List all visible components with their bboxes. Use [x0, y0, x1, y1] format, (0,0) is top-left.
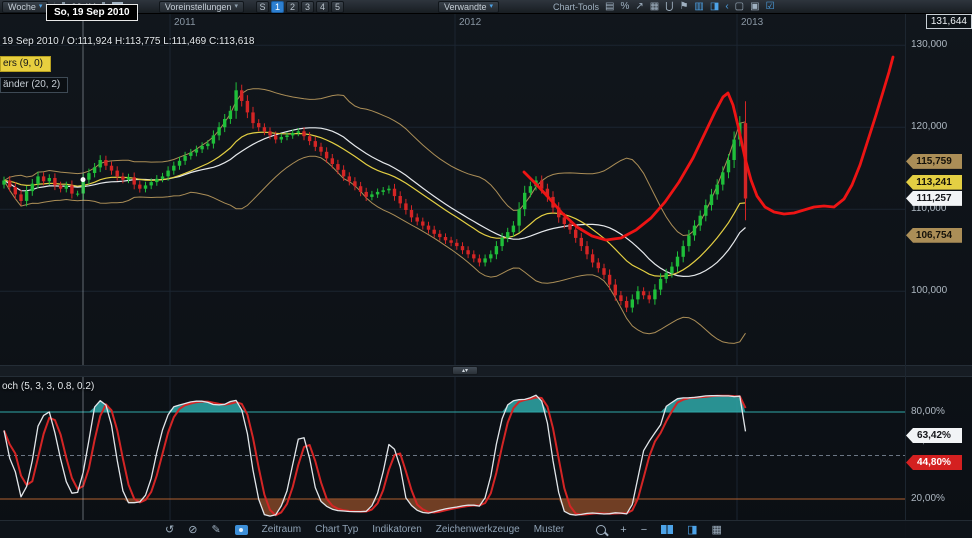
layers-icon[interactable]: ▤	[605, 1, 614, 13]
related-dropdown[interactable]: Verwandte ▾	[438, 1, 499, 13]
preset-buttons: S 1 2 3 4 5	[256, 1, 344, 13]
indicator-chip-bollinger[interactable]: änder (20, 2)	[0, 77, 68, 93]
preset-save-button[interactable]: S	[256, 1, 269, 13]
candles-grid-icon[interactable]: ▦	[712, 522, 722, 538]
pin-icon[interactable]: ⚑	[679, 1, 688, 13]
menu-muster[interactable]: Muster	[534, 524, 565, 535]
panel-divider[interactable]: ▴▾	[0, 365, 972, 377]
preset-3-button[interactable]: 3	[301, 1, 314, 13]
indicator-chip-wilders[interactable]: ers (9, 0)	[0, 56, 51, 72]
axis-label: 80,00%	[911, 406, 945, 417]
panels-icon[interactable]: ▥	[694, 1, 703, 13]
axis-label: 120,000	[911, 121, 947, 132]
grid-icon[interactable]: ▦	[650, 1, 659, 13]
zoom-in-icon[interactable]: +	[620, 522, 626, 538]
axis-label: 130,000	[911, 39, 947, 50]
svg-text:2011: 2011	[174, 17, 196, 28]
compare-icon[interactable]: ◨	[710, 1, 719, 13]
related-label: Verwandte	[444, 2, 487, 12]
preset-4-button[interactable]: 4	[316, 1, 329, 13]
magnet-icon[interactable]: ⋃	[665, 1, 673, 13]
presets-label: Voreinstellungen	[165, 2, 232, 12]
window-icon[interactable]: ▢	[735, 1, 744, 13]
axis-label: 100,000	[911, 285, 947, 296]
svg-text:2012: 2012	[459, 17, 482, 28]
search-icon[interactable]	[596, 525, 606, 535]
svg-text:2013: 2013	[741, 17, 764, 28]
split-view-icon[interactable]	[661, 525, 673, 534]
timeframe-select[interactable]: Woche ▾	[2, 1, 48, 13]
bottom-toolbar: ↺ ⊘ ✎ Zeitraum Chart Typ Indikatoren Zei…	[0, 520, 972, 538]
main-chart[interactable]: 2011 2012 2013	[0, 14, 905, 365]
indicator-chip-stochastic[interactable]: och (5, 3, 3, 0.8, 0.2)	[2, 381, 94, 392]
presets-dropdown[interactable]: Voreinstellungen ▾	[159, 1, 244, 13]
axis-badge: 106,754	[906, 228, 962, 243]
stochastic-chart[interactable]	[0, 375, 905, 520]
axis-badge: 63,42%	[906, 428, 962, 443]
menu-chart-typ[interactable]: Chart Typ	[315, 524, 358, 535]
chevron-down-icon: ▾	[490, 3, 494, 10]
undo-icon[interactable]: ↺	[165, 522, 174, 538]
preset-1-button[interactable]: 1	[271, 1, 284, 13]
trendline-icon[interactable]: ↗	[635, 1, 643, 13]
compare-view-icon[interactable]: ◨	[687, 522, 697, 538]
date-tooltip: So, 19 Sep 2010	[46, 4, 138, 21]
price-axis[interactable]: 131,644 130,000120,000110,000100,000115,…	[905, 0, 972, 538]
menu-zeitraum[interactable]: Zeitraum	[262, 524, 301, 535]
axis-label: 20,00%	[911, 493, 945, 504]
trading-chart-app: Woche ▾ 3J 4M Voreinstellungen ▾ S 1 2 3…	[0, 0, 972, 538]
ohlc-readout: 19 Sep 2010 / O:111,924 H:113,775 L:111,…	[2, 36, 254, 47]
chart-tools-label: Chart-Tools	[553, 2, 599, 12]
cursor-price-box: 131,644	[926, 14, 972, 29]
camera-icon[interactable]	[235, 525, 248, 535]
axis-badge: 113,241	[906, 175, 962, 190]
collapse-icon[interactable]: ‹	[725, 1, 728, 13]
erase-icon[interactable]: ⊘	[188, 522, 197, 538]
preset-5-button[interactable]: 5	[331, 1, 344, 13]
percent-icon[interactable]: %	[620, 1, 629, 13]
axis-badge: 111,257	[906, 191, 962, 206]
zoom-out-icon[interactable]: −	[641, 522, 647, 538]
top-toolbar: Woche ▾ 3J 4M Voreinstellungen ▾ S 1 2 3…	[0, 0, 972, 14]
chart-icon[interactable]: ▣	[750, 1, 759, 13]
splitter-button[interactable]: ▴▾	[452, 366, 478, 375]
timeframe-label: Woche	[8, 2, 36, 12]
chevron-down-icon: ▾	[39, 3, 43, 10]
menu-indikatoren[interactable]: Indikatoren	[372, 524, 421, 535]
axis-badge: 115,759	[906, 154, 962, 169]
preset-2-button[interactable]: 2	[286, 1, 299, 13]
check-icon[interactable]: ☑	[766, 1, 775, 13]
chevron-down-icon: ▾	[234, 3, 238, 10]
menu-zeichenwerkzeuge[interactable]: Zeichenwerkzeuge	[436, 524, 520, 535]
draw-icon[interactable]: ✎	[211, 522, 220, 538]
axis-badge: 44,80%	[906, 455, 962, 470]
